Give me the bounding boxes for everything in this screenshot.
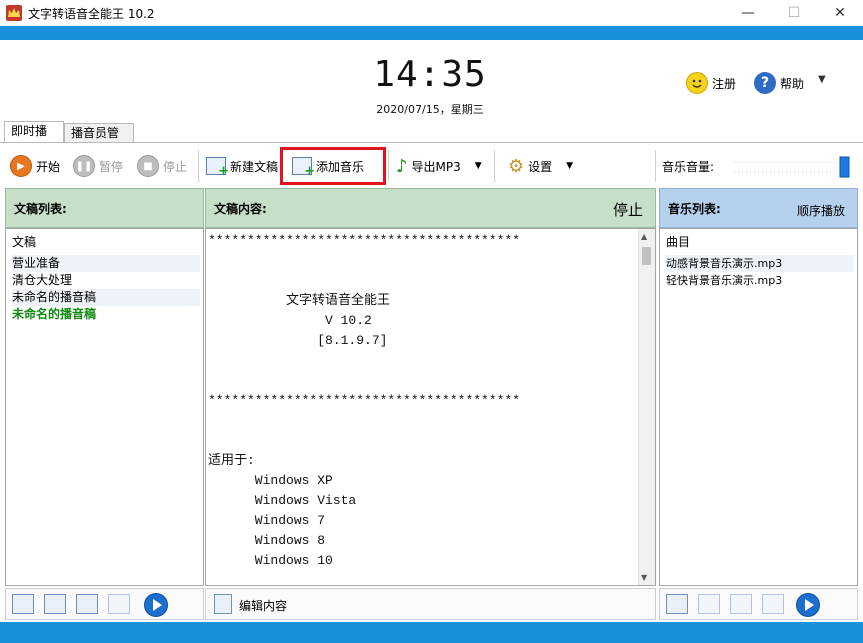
toolbar-separator <box>494 150 495 182</box>
settings-button[interactable]: ⚙ 设置 ▼ <box>508 152 573 180</box>
list-item[interactable]: 轻快背景音乐演示.mp3 <box>666 272 854 289</box>
delete-doc-icon[interactable] <box>44 594 66 614</box>
window-title: 文字转语音全能王 10.2 <box>28 7 155 21</box>
export-dropdown-arrow-icon[interactable]: ▼ <box>475 161 482 171</box>
playback-status: 停止 <box>612 201 643 219</box>
music-note-icon: ♪ <box>396 155 408 177</box>
export-mp3-label: 导出MP3 <box>411 159 461 174</box>
new-doc-icon <box>206 157 229 179</box>
toolbar-separator <box>388 150 389 182</box>
doc-content-header: 文稿内容: 停止 <box>205 188 656 228</box>
settings-dropdown-arrow-icon[interactable]: ▼ <box>566 161 573 171</box>
music-volume-slider[interactable] <box>732 156 852 178</box>
list-item[interactable]: 清仓大处理 <box>12 272 200 289</box>
doc-content-actions: 编辑内容 <box>205 588 656 620</box>
new-doc-button[interactable]: 新建文稿 <box>206 152 278 180</box>
stop-icon: ■ <box>137 155 159 177</box>
pause-icon: ❚❚ <box>73 155 95 177</box>
doc-content-editor[interactable]: ****************************************… <box>205 228 656 586</box>
help-question-icon: ? <box>754 72 776 94</box>
music-move-down-icon[interactable] <box>762 594 784 614</box>
list-item[interactable]: 营业准备 <box>12 255 200 272</box>
toolbar-separator <box>655 150 656 182</box>
maximize-button[interactable]: ☐ <box>771 0 817 26</box>
doc-list-column-header: 文稿 <box>12 235 37 249</box>
doc-content-text[interactable]: ****************************************… <box>208 231 638 585</box>
doc-list-header: 文稿列表: <box>5 188 204 228</box>
clock-time: 14:35 <box>373 54 487 95</box>
doc-list-title: 文稿列表: <box>14 201 67 216</box>
register-button[interactable]: 注册 <box>686 70 736 96</box>
play-order-toggle[interactable]: 顺序播放 <box>797 202 845 219</box>
app-crown-icon <box>6 5 22 21</box>
scroll-up-icon[interactable]: ▲ <box>641 232 647 241</box>
toolbar-separator <box>198 150 199 182</box>
music-list-header: 音乐列表: 顺序播放 <box>659 188 858 228</box>
move-down-icon[interactable] <box>108 594 130 614</box>
settings-label: 设置 <box>528 159 553 174</box>
new-doc-label: 新建文稿 <box>230 159 279 174</box>
pause-button[interactable]: ❚❚ 暂停 <box>73 152 123 180</box>
smiley-icon <box>686 72 708 94</box>
music-list-title: 音乐列表: <box>668 201 721 216</box>
tab-live-broadcast[interactable]: 即时播音 <box>4 121 64 157</box>
export-mp3-button[interactable]: ♪ 导出MP3 ▼ <box>396 152 482 180</box>
play-music-icon[interactable] <box>796 593 820 617</box>
help-button[interactable]: ? 帮助 <box>754 70 804 96</box>
play-icon: ▶ <box>10 155 32 177</box>
pause-label: 暂停 <box>99 159 124 174</box>
music-volume-label: 音乐音量: <box>662 159 715 174</box>
music-list: 曲目 动感背景音乐演示.mp3 轻快背景音乐演示.mp3 <box>659 228 858 586</box>
stop-label: 停止 <box>163 159 188 174</box>
list-item[interactable]: 动感背景音乐演示.mp3 <box>666 255 854 272</box>
music-list-column-header: 曲目 <box>666 235 691 249</box>
help-label: 帮助 <box>780 76 805 91</box>
start-label: 开始 <box>36 159 61 174</box>
add-music-file-icon[interactable] <box>666 594 688 614</box>
minimize-button[interactable]: — <box>725 0 771 26</box>
doc-content-title: 文稿内容: <box>214 201 267 216</box>
list-item[interactable]: 未命名的播音稿 <box>12 289 200 306</box>
edit-doc-icon[interactable] <box>214 594 232 614</box>
music-move-up-icon[interactable] <box>730 594 752 614</box>
register-label: 注册 <box>712 76 737 91</box>
vertical-scrollbar[interactable]: ▲ ▼ <box>638 229 655 585</box>
tab-broadcaster-management[interactable]: 播音员管理 <box>64 123 134 159</box>
move-up-icon[interactable] <box>76 594 98 614</box>
close-button[interactable]: ✕ <box>817 0 863 26</box>
play-doc-icon[interactable] <box>144 593 168 617</box>
top-accent-bar <box>0 26 863 40</box>
add-music-highlight-box <box>280 147 386 185</box>
start-button[interactable]: ▶ 开始 <box>10 152 60 180</box>
scroll-down-icon[interactable]: ▼ <box>641 573 647 582</box>
delete-music-icon[interactable] <box>698 594 720 614</box>
help-dropdown-arrow-icon[interactable]: ▼ <box>818 74 826 85</box>
status-bar <box>0 622 863 643</box>
scroll-thumb[interactable] <box>642 247 651 265</box>
add-doc-icon[interactable] <box>12 594 34 614</box>
doc-list: 文稿 营业准备 清仓大处理 未命名的播音稿 未命名的播音稿 <box>5 228 204 586</box>
gear-icon: ⚙ <box>508 155 525 177</box>
edit-content-button[interactable]: 编辑内容 <box>239 597 287 614</box>
doc-list-actions <box>5 588 204 620</box>
stop-button[interactable]: ■ 停止 <box>137 152 187 180</box>
list-item-selected[interactable]: 未命名的播音稿 <box>12 306 200 323</box>
music-list-actions <box>659 588 858 620</box>
clock-date: 2020/07/15，星期三 <box>376 103 484 116</box>
